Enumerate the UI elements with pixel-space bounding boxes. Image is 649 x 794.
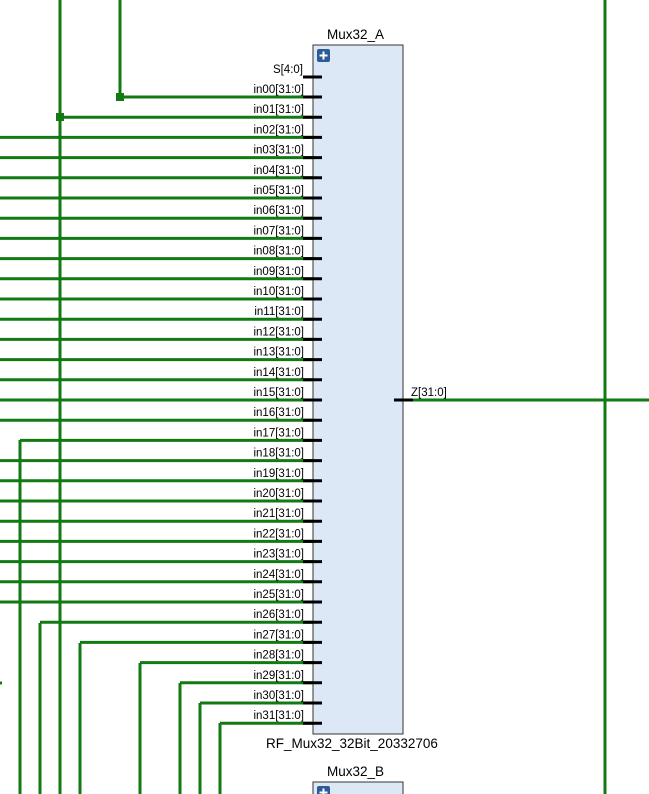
instance-name-label: RF_Mux32_32Bit_20332706 [266, 736, 438, 751]
input-pin-labels: in00[31:0] in01[31:0] in02[31:0] in03[31:0]… [253, 84, 304, 722]
input-pin-label: in09[31:0] [253, 266, 304, 278]
input-pin-label: in11[31:0] [254, 306, 304, 318]
input-pin-label: in26[31:0] [253, 609, 304, 621]
select-pin-label: S[4:0] [273, 64, 303, 76]
input-pin-label: in14[31:0] [253, 367, 304, 379]
input-pin-label: in25[31:0] [253, 589, 304, 601]
bottom-block-title: Mux32_B [327, 764, 384, 779]
expand-icon[interactable] [317, 49, 330, 62]
input-pin-label: in07[31:0] [253, 225, 304, 237]
input-pin-label: in13[31:0] [253, 347, 304, 359]
input-pin-label: in27[31:0] [253, 629, 304, 641]
input-pin-label: in30[31:0] [253, 690, 304, 702]
input-pin-label: in21[31:0] [253, 508, 304, 520]
input-pin-label: in16[31:0] [253, 407, 304, 419]
input-pin-label: in12[31:0] [253, 326, 304, 338]
input-pin-label: in00[31:0] [253, 84, 304, 96]
input-pin-label: in01[31:0] [253, 104, 304, 116]
schematic-canvas: Mux32_A in00[31:0]in01[31:0]in02[31:0]in… [0, 0, 649, 794]
input-pin-label: in23[31:0] [253, 549, 304, 561]
input-pin-label: in03[31:0] [253, 145, 304, 157]
input-pin-label: in05[31:0] [253, 185, 304, 197]
top-block-title: Mux32_A [327, 27, 384, 42]
input-pin-label: in28[31:0] [253, 650, 304, 662]
input-pin-label: in15[31:0] [253, 387, 304, 399]
input-pin-label: in20[31:0] [253, 488, 304, 500]
input-pin-label: in31[31:0] [253, 710, 304, 722]
input-pin-label: in08[31:0] [253, 246, 304, 258]
input-pin-label: in24[31:0] [253, 569, 304, 581]
input-pin-label: in19[31:0] [253, 468, 304, 480]
mux32-a-block[interactable] [312, 44, 404, 735]
wire-junction [116, 93, 124, 101]
expand-icon[interactable] [317, 786, 330, 794]
input-pin-label: in29[31:0] [253, 670, 304, 682]
input-pin-label: in06[31:0] [253, 205, 304, 217]
input-pin-label: in10[31:0] [253, 286, 304, 298]
input-pin-label: in04[31:0] [253, 165, 304, 177]
input-pin-label: in18[31:0] [253, 448, 304, 460]
input-pin-label: in02[31:0] [253, 124, 304, 136]
input-pin-label: in17[31:0] [253, 427, 304, 439]
wire-junction [56, 113, 64, 121]
input-pin-label: in22[31:0] [253, 528, 304, 540]
output-pin-label: Z[31:0] [411, 387, 447, 399]
